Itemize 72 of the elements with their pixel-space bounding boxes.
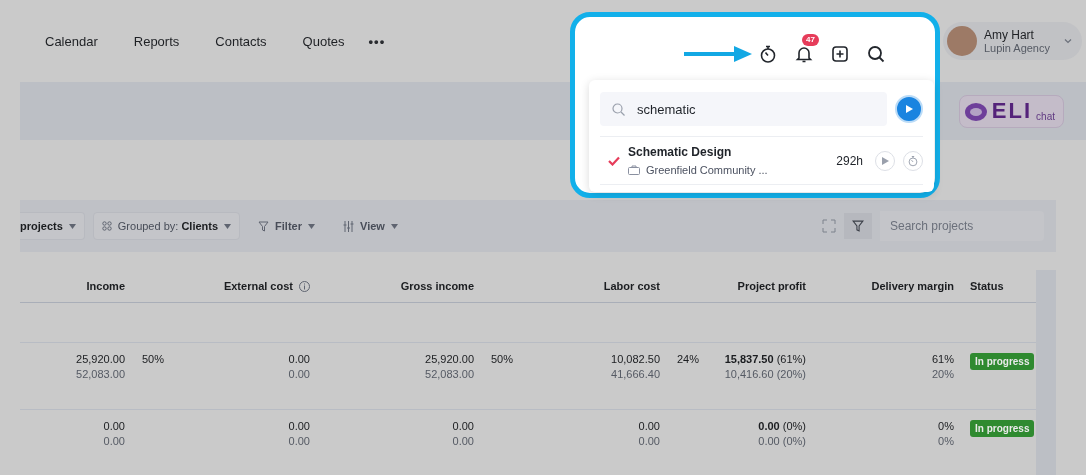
funnel-icon xyxy=(258,220,270,232)
labor-cost-cell-text: 10,082.50 41,666.40 xyxy=(610,352,660,382)
nav-link[interactable]: Calendar xyxy=(45,33,98,49)
bell-icon[interactable] xyxy=(794,44,814,64)
view-dropdown[interactable]: View xyxy=(333,220,408,232)
column-header: Status xyxy=(969,280,1005,292)
column-header: Project profit xyxy=(736,280,806,292)
group-by-dropdown[interactable]: Grouped by: Clients xyxy=(92,212,241,240)
caret-icon xyxy=(308,223,315,229)
percentage-cell-text: 50% xyxy=(141,352,165,367)
caret-icon xyxy=(390,223,398,229)
nav-link[interactable]: Contacts xyxy=(215,33,267,49)
labor-cost-cell-text: 0.00 0.00 xyxy=(637,419,660,449)
avatar xyxy=(946,26,977,56)
filter-button[interactable] xyxy=(844,213,872,239)
play-button[interactable] xyxy=(875,150,895,171)
checkmark-icon xyxy=(608,155,620,166)
notification-badge: 47 xyxy=(802,34,819,46)
organization-name: Lupin Agency xyxy=(983,41,1050,55)
sliders-icon xyxy=(343,220,354,232)
percentage-cell-text: 50% xyxy=(490,352,515,367)
scrollbar[interactable] xyxy=(1036,270,1056,475)
logo-suffix: chat xyxy=(1036,110,1055,122)
timer-button[interactable] xyxy=(903,150,923,171)
gross-income-cell-text: 25,920.00 52,083.00 xyxy=(424,352,474,382)
play-icon xyxy=(904,104,914,114)
play-icon xyxy=(881,156,889,165)
user-name: Amy Hart xyxy=(983,27,1035,42)
external-cost-cell-text: 0.00 0.00 xyxy=(287,419,310,449)
logo-text: ELI xyxy=(991,98,1033,124)
task-title[interactable]: Schematic Design xyxy=(628,145,829,159)
column-header: Gross income xyxy=(399,280,474,292)
income-cell-text: 0.00 0.00 xyxy=(102,419,125,449)
project-profit-cell-text: 0.00 (0%) 0.00 (0%) xyxy=(757,419,806,449)
caret-icon xyxy=(68,223,76,229)
income-cell-text: 25,920.00 52,083.00 xyxy=(75,352,125,382)
project-profit-cell-text: 15,837.50 (61%) 10,416.60 (20%) xyxy=(723,352,806,382)
search-icon[interactable] xyxy=(866,44,886,64)
chevron-down-icon xyxy=(1063,36,1073,46)
search-icon xyxy=(600,92,633,126)
add-icon[interactable] xyxy=(830,44,850,64)
search-projects-field[interactable]: Search projects xyxy=(880,211,1044,241)
pointer-arrow xyxy=(684,46,752,62)
projects-dropdown[interactable]: projects xyxy=(20,212,85,240)
column-header: External cost xyxy=(125,280,310,292)
external-cost-cell-text: 0.00 0.00 xyxy=(287,352,310,382)
caret-icon xyxy=(224,223,232,229)
more-menu[interactable]: ••• xyxy=(368,33,386,49)
delivery-margin-cell-text: 61% 20% xyxy=(930,352,954,382)
info-icon[interactable] xyxy=(299,280,310,292)
status-badge: In progress xyxy=(970,420,1035,437)
nav-link[interactable]: Quotes xyxy=(302,33,345,49)
filter-dropdown[interactable]: Filter xyxy=(248,220,325,232)
column-header: Income xyxy=(85,280,125,292)
status-badge: In progress xyxy=(970,353,1035,370)
gross-income-cell-text: 0.00 0.00 xyxy=(451,419,474,449)
stopwatch-icon[interactable] xyxy=(758,44,778,64)
user-menu[interactable]: Amy Hart Lupin Agency xyxy=(942,22,1082,60)
column-header: Labor cost xyxy=(602,280,660,292)
percentage-cell-text: 24% xyxy=(676,352,700,367)
start-timer-button[interactable] xyxy=(895,95,923,123)
client-name: Greenfield Community ... xyxy=(646,164,768,176)
hours-text: 292h xyxy=(836,153,863,168)
briefcase-icon xyxy=(628,165,640,175)
quick-search-field[interactable]: schematic xyxy=(633,92,887,126)
nav-link[interactable]: Reports xyxy=(133,33,180,49)
stopwatch-icon xyxy=(907,154,919,167)
column-header: Delivery margin xyxy=(870,280,954,292)
funnel-icon xyxy=(852,220,864,232)
eli-chat-logo[interactable]: ELI chat xyxy=(958,94,1064,128)
grid-icon xyxy=(101,221,112,231)
delivery-margin-cell-text: 0% 0% xyxy=(937,419,954,449)
